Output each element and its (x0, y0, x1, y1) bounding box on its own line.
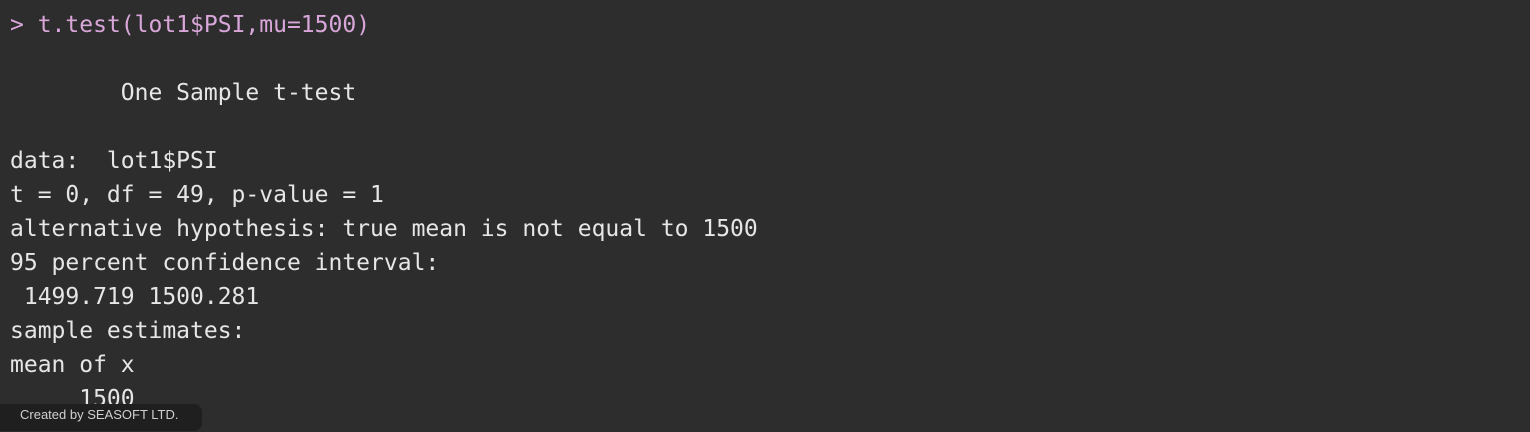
watermark-badge: Created by SEASOFT LTD. (0, 404, 202, 431)
sample-estimates-header: sample estimates: (10, 318, 246, 344)
console-prompt: > (10, 12, 38, 38)
confidence-interval-values: 1499.719 1500.281 (10, 284, 260, 310)
alternative-hypothesis-line: alternative hypothesis: true mean is not… (10, 216, 758, 242)
data-line: data: lot1$PSI (10, 148, 218, 174)
confidence-interval-header: 95 percent confidence interval: (10, 250, 440, 276)
command-line: > t.test(lot1$PSI,mu=1500) (10, 10, 370, 40)
r-console-output: > t.test(lot1$PSI,mu=1500) One Sample t-… (0, 0, 1530, 432)
test-title: One Sample t-test (10, 80, 357, 106)
mean-label: mean of x (10, 352, 135, 378)
command-text: t.test(lot1$PSI,mu=1500) (37, 12, 371, 38)
test-statistics-line: t = 0, df = 49, p-value = 1 (10, 182, 384, 208)
